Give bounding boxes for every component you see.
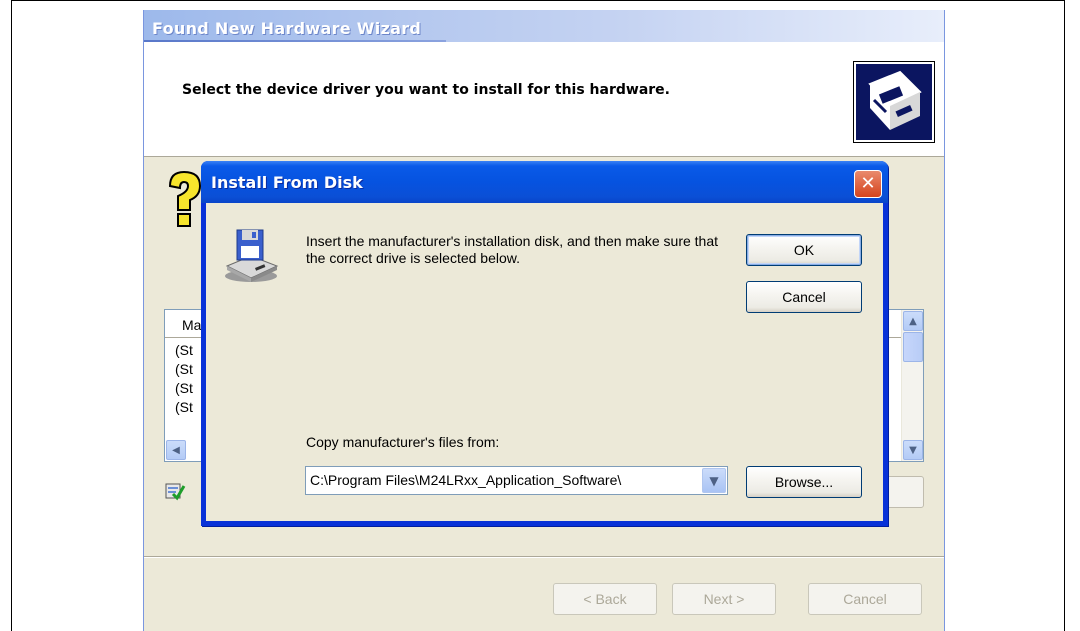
dialog-title: Install From Disk bbox=[211, 173, 363, 192]
chevron-down-icon[interactable]: ▼ bbox=[702, 468, 726, 493]
close-icon[interactable]: ✕ bbox=[854, 170, 882, 198]
wizard-titlebar[interactable]: Found New Hardware Wizard bbox=[144, 10, 944, 42]
floppy-disk-icon bbox=[221, 226, 281, 286]
wizard-footer-divider bbox=[144, 556, 944, 558]
signed-driver-icon bbox=[164, 480, 186, 502]
scroll-down-icon[interactable]: ▼ bbox=[903, 440, 923, 460]
ok-button[interactable]: OK bbox=[746, 234, 862, 266]
instruction-text: Insert the manufacturer's installation d… bbox=[306, 233, 719, 266]
list-item[interactable]: (St bbox=[175, 399, 193, 415]
dialog-body: Insert the manufacturer's installation d… bbox=[206, 203, 883, 521]
hardware-icon bbox=[853, 61, 935, 143]
wizard-title: Found New Hardware Wizard bbox=[152, 19, 422, 38]
next-button[interactable]: Next > bbox=[672, 583, 776, 615]
source-path-input[interactable]: C:\Program Files\M24LRxx_Application_Sof… bbox=[310, 472, 698, 488]
scroll-left-icon[interactable]: ◀ bbox=[166, 440, 186, 460]
source-path-combobox[interactable]: C:\Program Files\M24LRxx_Application_Sof… bbox=[305, 466, 728, 495]
wizard-header-text: Select the device driver you want to ins… bbox=[182, 82, 670, 98]
list-item[interactable]: (St bbox=[175, 380, 193, 396]
list-vertical-scrollbar[interactable]: ▲ ▼ bbox=[901, 310, 923, 461]
list-header-label: Ma bbox=[182, 317, 202, 333]
browse-button[interactable]: Browse... bbox=[746, 466, 862, 498]
wizard-cancel-button[interactable]: Cancel bbox=[808, 583, 922, 615]
list-item[interactable]: (St bbox=[175, 342, 193, 358]
list-item[interactable]: (St bbox=[175, 361, 193, 377]
cancel-button[interactable]: Cancel bbox=[746, 281, 862, 313]
scroll-thumb[interactable] bbox=[903, 332, 923, 362]
dialog-titlebar[interactable]: Install From Disk ✕ bbox=[201, 161, 888, 203]
install-from-disk-dialog: Install From Disk ✕ Insert the manufactu… bbox=[201, 161, 888, 526]
scroll-up-icon[interactable]: ▲ bbox=[903, 311, 923, 331]
wizard-header-panel: Select the device driver you want to ins… bbox=[144, 42, 944, 157]
back-button[interactable]: < Back bbox=[553, 583, 657, 615]
copy-files-label: Copy manufacturer's files from: bbox=[306, 434, 500, 450]
question-icon bbox=[162, 170, 206, 230]
